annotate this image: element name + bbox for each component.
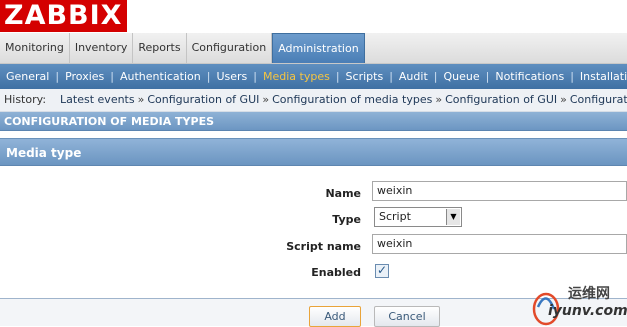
dropdown-arrow-icon[interactable]: ▼ (446, 209, 460, 225)
main-menu: Monitoring Inventory Reports Configurati… (0, 33, 627, 64)
enabled-checkbox[interactable]: ✓ (375, 264, 389, 278)
enabled-label: Enabled (311, 266, 361, 279)
add-button[interactable]: Add (309, 306, 361, 327)
watermark-text: 运维网 (568, 286, 610, 302)
checkmark-icon: ✓ (376, 263, 388, 277)
history-separator: » (560, 93, 567, 106)
submenu-installation[interactable]: Installati (574, 70, 627, 83)
menu-administration[interactable]: Administration (272, 33, 365, 63)
submenu-media-types[interactable]: Media types (257, 70, 336, 83)
type-select[interactable]: Script ▼ (374, 207, 462, 227)
script-name-input[interactable]: weixin (372, 234, 627, 254)
watermark-text: iyunv.com (548, 303, 627, 319)
history-link[interactable]: Latest events (60, 93, 135, 106)
menu-monitoring[interactable]: Monitoring (0, 33, 70, 63)
submenu-proxies[interactable]: Proxies (59, 70, 110, 83)
history-separator: » (435, 93, 443, 106)
history-link[interactable]: Configuration of (570, 93, 627, 106)
cancel-button[interactable]: Cancel (374, 306, 440, 327)
menu-configuration[interactable]: Configuration (187, 33, 273, 63)
type-select-value: Script (379, 210, 411, 223)
history-label: History: (4, 93, 47, 106)
name-input[interactable]: weixin (372, 181, 627, 201)
form-header: Media type (0, 138, 627, 166)
name-label: Name (325, 187, 361, 200)
submenu-audit[interactable]: Audit (393, 70, 434, 83)
submenu-scripts[interactable]: Scripts (340, 70, 390, 83)
type-label: Type (332, 213, 361, 226)
menu-reports[interactable]: Reports (133, 33, 187, 63)
submenu-notifications[interactable]: Notifications (489, 70, 570, 83)
sub-menu: General | Proxies | Authentication | Users |… (0, 64, 627, 89)
submenu-users[interactable]: Users (210, 70, 253, 83)
history-link[interactable]: Configuration of GUI (445, 93, 557, 106)
script-name-label: Script name (286, 240, 361, 253)
history-separator: » (137, 93, 145, 106)
submenu-general[interactable]: General (0, 70, 55, 83)
history-link[interactable]: Configuration of media types (272, 93, 432, 106)
submenu-queue[interactable]: Queue (437, 70, 485, 83)
history-separator: » (262, 93, 270, 106)
zabbix-logo[interactable]: ZABBIX (0, 0, 127, 32)
page-title: CONFIGURATION OF MEDIA TYPES (0, 112, 627, 131)
header: ZABBIX (0, 0, 627, 33)
spacer (0, 131, 627, 138)
history-link[interactable]: Configuration of GUI (147, 93, 259, 106)
submenu-authentication[interactable]: Authentication (114, 70, 207, 83)
menu-inventory[interactable]: Inventory (70, 33, 134, 63)
history-bar: History: Latest events» Configuration of G… (0, 89, 627, 112)
